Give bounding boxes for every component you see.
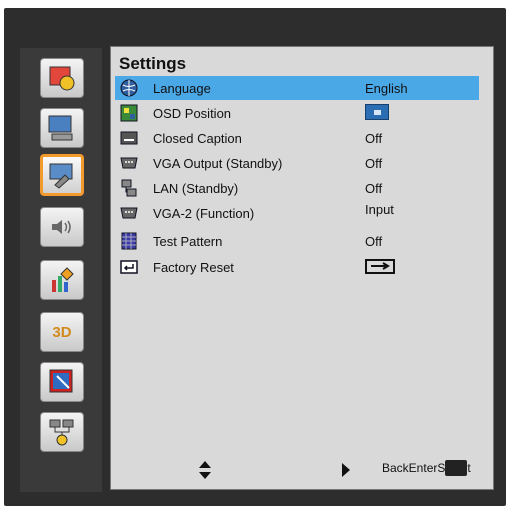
page-title: Settings [119, 54, 187, 73]
menu-row-language[interactable]: Language English [115, 76, 479, 100]
menu-row-value: Input [365, 202, 394, 217]
menu-row-label: Test Pattern [153, 233, 223, 249]
menu-row-vga-output-standby[interactable]: VGA Output (Standby) Off [115, 151, 479, 175]
osd-position-icon [119, 104, 139, 122]
right-arrow-icon [341, 462, 351, 481]
menu-row-vga2-function[interactable]: VGA-2 (Function) Input [115, 201, 479, 225]
3d-label: 3D [52, 323, 72, 341]
3d-settings-icon[interactable]: 3D [40, 312, 84, 352]
up-down-arrows-icon [197, 460, 213, 483]
vga-connector-icon [119, 154, 139, 172]
menu-row-label: Factory Reset [153, 259, 234, 275]
setup-settings-icon[interactable] [40, 154, 84, 196]
menu-row-value: Off [365, 233, 383, 249]
volume-settings-icon[interactable] [40, 207, 84, 247]
enter-arrow-icon[interactable] [365, 259, 395, 274]
menu-row-label: OSD Position [153, 105, 232, 121]
test-pattern-icon [119, 232, 139, 250]
menu-row-value: Off [365, 130, 383, 146]
network-settings-icon[interactable] [40, 412, 84, 452]
menu-row-closed-caption[interactable]: Closed Caption Off [115, 126, 479, 150]
menu-row-label: LAN (Standby) [153, 180, 239, 196]
select-key-icon [445, 460, 467, 476]
menu-row-test-pattern[interactable]: Test Pattern Off [115, 229, 479, 253]
menu-row-label: VGA-2 (Function) [153, 205, 255, 221]
menu-row-value: Off [365, 155, 383, 171]
menu-row-factory-reset[interactable]: Factory Reset [115, 255, 479, 279]
globe-icon [119, 79, 139, 97]
menu-row-label: Closed Caption [153, 130, 242, 146]
menu-row-osd-position[interactable]: OSD Position [115, 101, 479, 125]
menu-row-label: Language [153, 80, 211, 96]
menu-row-label: VGA Output (Standby) [153, 155, 283, 171]
vga-connector-icon [119, 204, 139, 222]
options-settings-icon[interactable] [40, 260, 84, 300]
interactive-settings-icon[interactable] [40, 362, 84, 402]
factory-reset-icon [119, 258, 139, 276]
menu-row-value: Off [365, 180, 383, 196]
image-settings-icon[interactable] [40, 58, 84, 98]
lan-icon [119, 179, 139, 197]
menu-row-lan-standby[interactable]: LAN (Standby) Off [115, 176, 479, 200]
osd-position-selector-icon[interactable] [365, 104, 389, 120]
display-settings-icon[interactable] [40, 108, 84, 148]
closed-caption-icon [119, 129, 139, 147]
menu-row-value: English [365, 80, 408, 96]
